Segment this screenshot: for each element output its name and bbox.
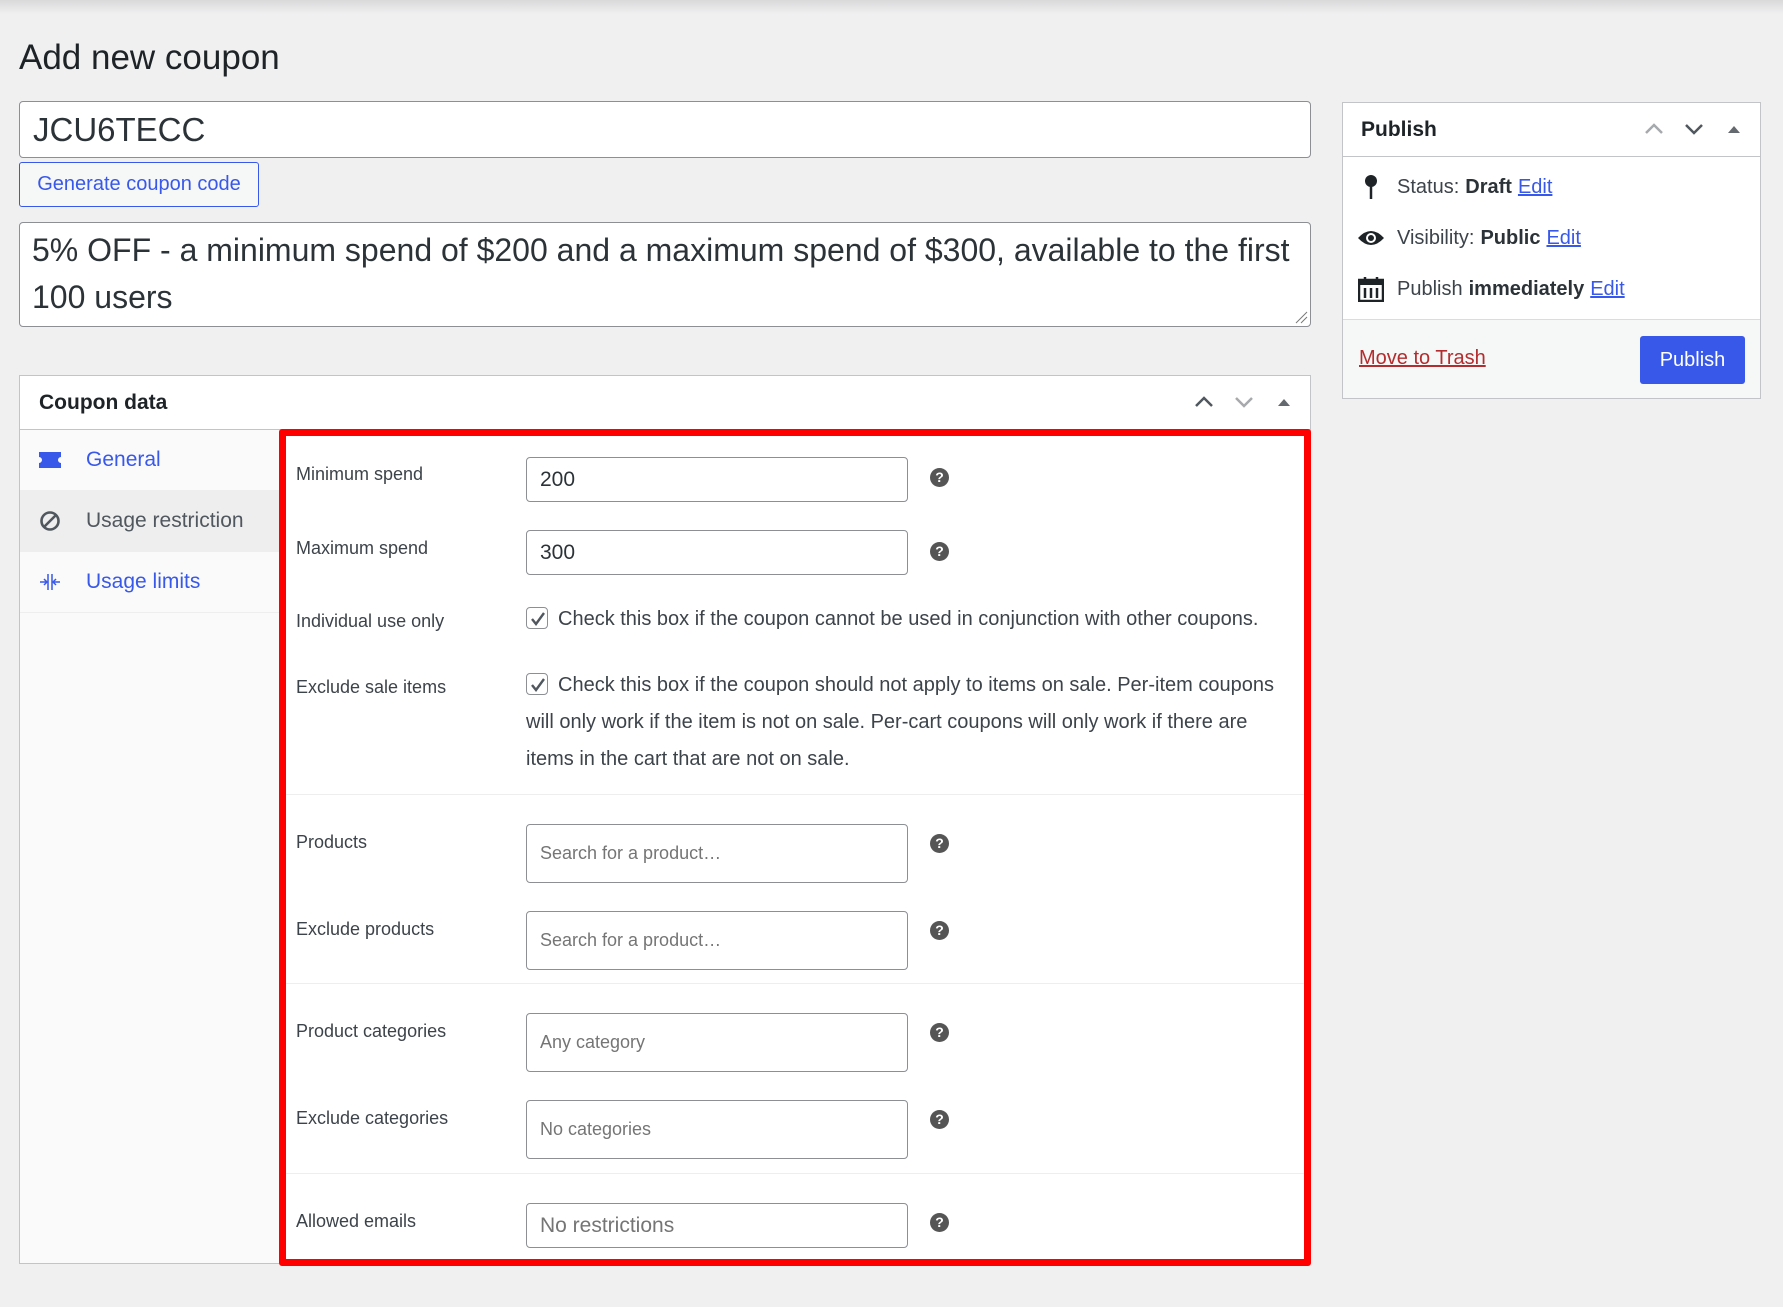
help-icon[interactable]: ? — [930, 834, 949, 853]
edit-visibility-link[interactable]: Edit — [1546, 227, 1580, 250]
publish-header: Publish — [1343, 103, 1760, 157]
individual-use-checkbox[interactable] — [526, 607, 548, 629]
status-row: Status: Draft Edit — [1357, 173, 1552, 201]
exclude-sale-label: Exclude sale items — [296, 677, 447, 697]
coupon-code-input[interactable] — [19, 101, 1311, 158]
help-icon[interactable]: ? — [930, 1110, 949, 1129]
coupon-description-textarea[interactable]: 5% OFF - a minimum spend of $200 and a m… — [19, 222, 1311, 327]
minimum-spend-label: Minimum spend — [296, 464, 424, 484]
minimum-spend-input[interactable] — [526, 457, 908, 502]
publish-actions: Move to Trash Publish — [1343, 319, 1760, 398]
chevron-up-icon — [1195, 396, 1213, 407]
section-divider — [286, 794, 1304, 795]
top-bar-shadow — [0, 0, 1783, 14]
products-search-input[interactable] — [526, 824, 908, 883]
resize-handle-icon[interactable] — [1294, 310, 1308, 324]
coupon-data-tabs: General Usage restriction Usage limits — [20, 430, 280, 1263]
move-up-button[interactable] — [1642, 117, 1666, 141]
tab-general-label: General — [86, 448, 161, 471]
allowed-emails-label: Allowed emails — [296, 1211, 417, 1231]
page-title: Add new coupon — [19, 38, 280, 77]
individual-use-label: Individual use only — [296, 611, 445, 631]
product-categories-input[interactable] — [526, 1013, 908, 1072]
exclude-sale-description: Check this box if the coupon should not … — [526, 674, 1274, 770]
schedule-row: Publish immediately Edit — [1357, 275, 1625, 303]
product-categories-label: Product categories — [296, 1021, 447, 1041]
toggle-panel-button[interactable] — [1272, 390, 1296, 414]
triangle-up-icon — [1278, 399, 1290, 406]
section-divider — [286, 1173, 1304, 1174]
exclude-sale-checkbox[interactable] — [526, 673, 548, 695]
tab-usage-limits-label: Usage limits — [86, 570, 201, 593]
block-icon — [36, 509, 64, 533]
individual-use-description: Check this box if the coupon cannot be u… — [558, 608, 1259, 630]
edit-schedule-link[interactable]: Edit — [1590, 278, 1624, 301]
maximum-spend-label: Maximum spend — [296, 538, 429, 558]
exclude-categories-label: Exclude categories — [296, 1108, 449, 1128]
maximum-spend-input[interactable] — [526, 530, 908, 575]
chevron-down-icon — [1685, 124, 1703, 135]
visibility-value: Public — [1480, 226, 1541, 249]
schedule-value: immediately — [1468, 277, 1585, 300]
chevron-up-icon — [1645, 123, 1663, 134]
move-down-button[interactable] — [1682, 117, 1706, 141]
status-label: Status: — [1397, 175, 1460, 198]
tab-general[interactable]: General — [20, 430, 279, 491]
help-icon[interactable]: ? — [930, 921, 949, 940]
status-value: Draft — [1465, 175, 1512, 198]
tab-usage-restriction[interactable]: Usage restriction — [20, 491, 279, 552]
schedule-label: Publish — [1397, 277, 1463, 300]
move-down-button[interactable] — [1232, 390, 1256, 414]
allowed-emails-input[interactable] — [526, 1203, 908, 1248]
exclude-products-search-input[interactable] — [526, 911, 908, 970]
visibility-label: Visibility: — [1397, 226, 1475, 249]
publish-title: Publish — [1361, 118, 1437, 141]
products-label: Products — [296, 832, 368, 852]
toggle-panel-button[interactable] — [1722, 117, 1746, 141]
help-icon[interactable]: ? — [930, 1023, 949, 1042]
pin-icon — [1357, 173, 1385, 201]
ticket-icon — [36, 448, 64, 472]
chevron-down-icon — [1235, 397, 1253, 408]
help-icon[interactable]: ? — [930, 1213, 949, 1232]
calendar-icon — [1357, 275, 1385, 303]
publish-panel: Publish Status: Draft Edit Visibility: P… — [1342, 102, 1761, 399]
exclude-categories-input[interactable] — [526, 1100, 908, 1159]
move-up-button[interactable] — [1192, 390, 1216, 414]
help-icon[interactable]: ? — [930, 468, 949, 487]
triangle-up-icon — [1728, 126, 1740, 133]
checkmark-icon — [531, 612, 545, 626]
help-icon[interactable]: ? — [930, 542, 949, 561]
coupon-data-title: Coupon data — [39, 391, 168, 414]
coupon-data-header: Coupon data — [20, 376, 1310, 430]
checkmark-icon — [531, 678, 545, 692]
eye-icon — [1357, 224, 1385, 252]
individual-use-row: Check this box if the coupon cannot be u… — [526, 601, 1294, 638]
limits-icon — [36, 570, 64, 594]
publish-button[interactable]: Publish — [1640, 336, 1745, 384]
usage-restriction-panel: Minimum spend ? Maximum spend ? Individu… — [279, 429, 1311, 1266]
exclude-products-label: Exclude products — [296, 919, 435, 939]
section-divider — [286, 983, 1304, 984]
tab-usage-limits[interactable]: Usage limits — [20, 552, 279, 613]
generate-coupon-code-button[interactable]: Generate coupon code — [19, 162, 259, 207]
tab-usage-restriction-label: Usage restriction — [86, 509, 244, 532]
edit-status-link[interactable]: Edit — [1518, 176, 1552, 199]
exclude-sale-row: Check this box if the coupon should not … — [526, 667, 1274, 778]
move-to-trash-link[interactable]: Move to Trash — [1359, 347, 1486, 370]
visibility-row: Visibility: Public Edit — [1357, 224, 1581, 252]
